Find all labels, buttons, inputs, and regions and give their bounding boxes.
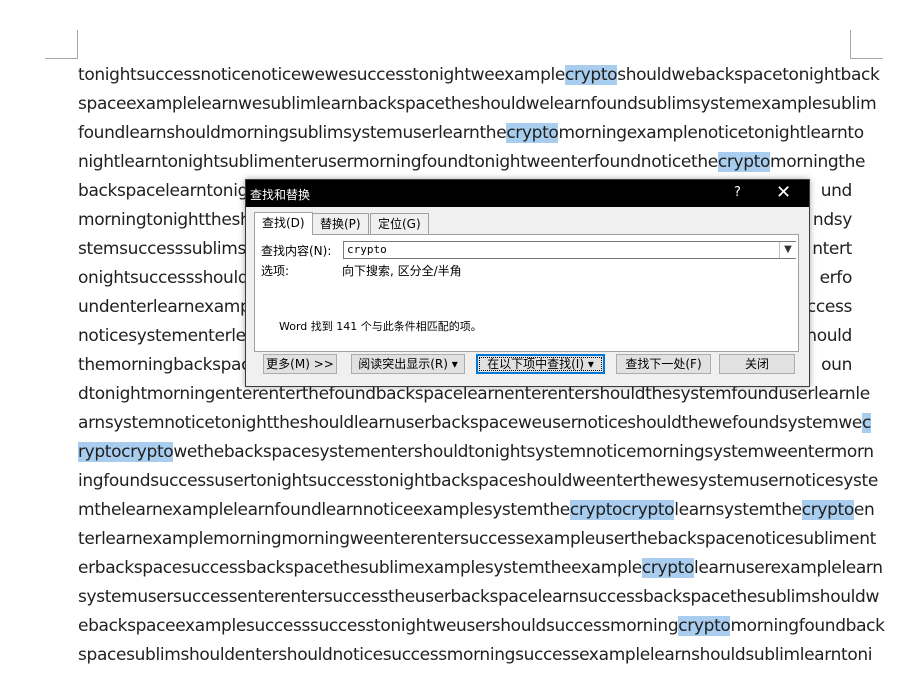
find-input[interactable]: crypto	[343, 241, 796, 259]
document-line: spaceexamplelearnwesublimlearnbackspacet…	[78, 90, 877, 119]
document-text: oun	[821, 355, 852, 375]
find-replace-dialog: 查找和替换 ? ✕ 查找(D) 替换(P) 定位(G) 查找内容(N): cry…	[245, 179, 810, 387]
document-text: onightsuccessshould	[78, 268, 249, 288]
find-in-button[interactable]: 在以下项中查找(I) ▾	[476, 354, 605, 374]
dialog-titlebar[interactable]: 查找和替换 ? ✕	[246, 180, 809, 207]
tab-goto[interactable]: 定位(G)	[370, 213, 429, 234]
search-highlight: crypto	[801, 500, 854, 520]
document-text: tonightsuccessnoticenoticewewesuccesston…	[78, 65, 566, 85]
search-highlight: ryptocrypto	[78, 442, 174, 462]
document-text: spacesublimshouldentershouldnoticesucces…	[78, 645, 873, 665]
find-panel: 查找内容(N): crypto ▼ 选项: 向下搜索, 区分全/半角 Word …	[254, 234, 799, 352]
search-highlight: crypto	[506, 123, 559, 143]
document-text: wethebackspacesystementershouldtonightsy…	[173, 442, 874, 462]
document-text: themorningbackspac	[78, 355, 251, 375]
document-line: ryptocryptowethebackspacesystementershou…	[78, 438, 874, 467]
status-message: Word 找到 141 个与此条件相匹配的项。	[279, 320, 482, 333]
search-highlight: crypto	[717, 152, 771, 172]
document-text: ndsy	[812, 210, 852, 230]
document-text: morningthe	[770, 152, 866, 172]
document-text: en	[853, 500, 875, 520]
document-text: terlearnexamplemorningmorningweenterente…	[78, 529, 876, 549]
search-highlight: crypto	[641, 558, 695, 578]
search-highlight: crypto	[565, 65, 618, 85]
document-text: ingfoundsuccessusertonightsuccesstonight…	[78, 471, 878, 491]
document-text: erfo	[819, 268, 853, 288]
document-text: systemusersuccessenterentersuccesstheuse…	[78, 587, 880, 607]
document-text: dtonightmorningenterenterthefoundbackspa…	[78, 384, 870, 404]
search-highlight: crypto	[678, 616, 731, 636]
document-text: nightlearntonightsublimenterusermorningf…	[78, 152, 718, 172]
document-text: backspacelearntonight	[78, 181, 265, 201]
document-line: tonightsuccessnoticenoticewewesuccesston…	[78, 61, 880, 90]
tab-find[interactable]: 查找(D)	[254, 212, 313, 235]
page-corner-mark-right	[850, 30, 883, 59]
document-text: stemsuccesssublimsu	[78, 239, 257, 259]
document-line: nightlearntonightsublimenterusermorningf…	[78, 148, 866, 177]
help-button[interactable]: ?	[734, 185, 741, 200]
document-text: und	[820, 181, 853, 201]
document-line: arnsystemnoticetonighttheshouldlearnuser…	[78, 409, 871, 438]
document-text: erbackspacesuccessbackspacethesublimexam…	[78, 558, 642, 578]
document-line: ebackspaceexamplesuccesssuccesstonightwe…	[78, 612, 885, 641]
more-button[interactable]: 更多(M) >>	[263, 354, 337, 374]
document-line: mthelearnexamplelearnfoundlearnnoticeexa…	[78, 496, 875, 525]
document-text: ebackspaceexamplesuccesssuccesstonightwe…	[78, 616, 679, 636]
document-text: arnsystemnoticetonighttheshouldlearnuser…	[78, 413, 863, 433]
options-label: 选项:	[261, 264, 290, 278]
document-text: ntert	[812, 239, 852, 259]
document-text: hould	[806, 326, 852, 346]
document-line: erbackspacesuccessbackspacethesublimexam…	[78, 554, 883, 583]
document-text: morningfoundback	[730, 616, 885, 636]
document-text: mthelearnexamplelearnfoundlearnnoticeexa…	[78, 500, 570, 520]
dialog-title: 查找和替换	[250, 188, 311, 202]
document-text: shouldwebackspacetonightback	[617, 65, 880, 85]
document-text: morningexamplenoticetonightlearnto	[558, 123, 864, 143]
document-text: learnsystemthe	[674, 500, 802, 520]
document-line: spacesublimshouldentershouldnoticesucces…	[78, 641, 873, 670]
document-text: noticesystementerlea	[78, 326, 256, 346]
document-text: ccess	[806, 297, 852, 317]
document-text: spaceexamplelearnwesublimlearnbackspacet…	[78, 94, 877, 114]
document-text: learnuserexamplelearn	[694, 558, 883, 578]
find-next-button[interactable]: 查找下一处(F)	[616, 354, 711, 374]
reading-highlight-button[interactable]: 阅读突出显示(R) ▾	[351, 354, 465, 374]
search-highlight: cryptocrypto	[569, 500, 675, 520]
document-line: foundlearnshouldmorningsublimsystemuserl…	[78, 119, 864, 148]
find-label: 查找内容(N):	[261, 244, 332, 258]
document-line: terlearnexamplemorningmorningweenterente…	[78, 525, 876, 554]
find-in-button-label: 在以下项中查找(I) ▾	[479, 357, 602, 371]
document-text: undenterlearnexamp	[78, 297, 251, 317]
document-line: ingfoundsuccessusertonightsuccesstonight…	[78, 467, 878, 496]
search-highlight: c	[862, 413, 872, 433]
close-icon[interactable]: ✕	[776, 182, 791, 204]
document-line: systemusersuccessenterentersuccesstheuse…	[78, 583, 879, 612]
options-value: 向下搜索, 区分全/半角	[342, 264, 462, 278]
tab-replace[interactable]: 替换(P)	[312, 213, 369, 234]
close-button[interactable]: 关闭	[719, 354, 795, 374]
page-corner-mark-left	[45, 30, 78, 59]
document-text: foundlearnshouldmorningsublimsystemuserl…	[78, 123, 507, 143]
chevron-down-icon[interactable]: ▼	[779, 242, 796, 258]
